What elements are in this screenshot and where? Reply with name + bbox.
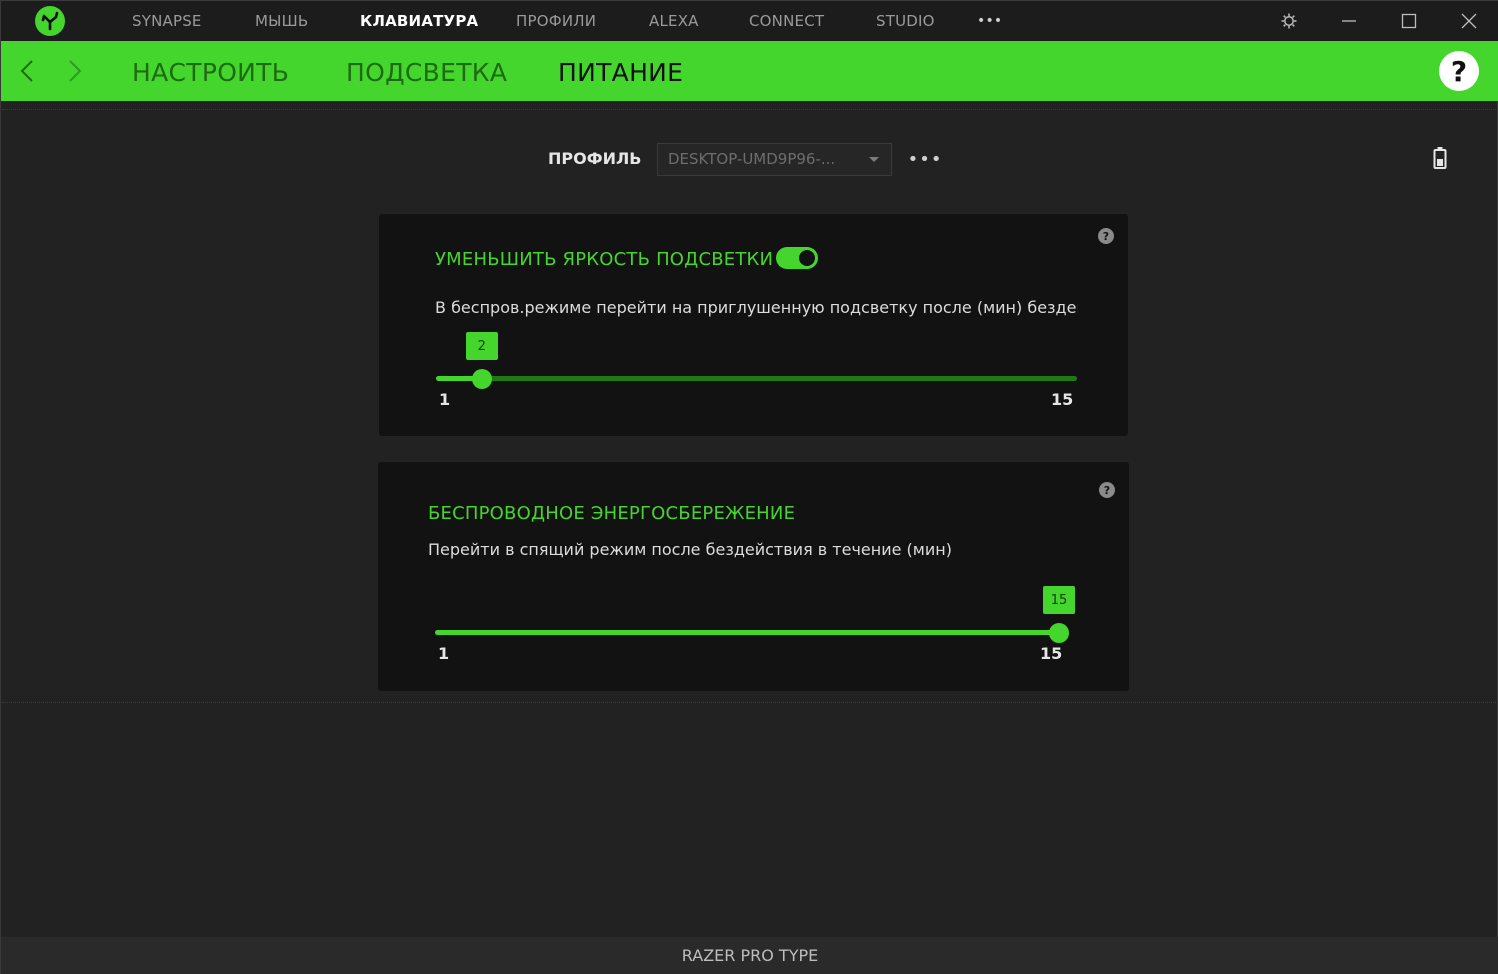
- profile-dropdown[interactable]: DESKTOP-UMD9P96-...: [657, 143, 892, 176]
- dim-lighting-card: ? УМЕНЬШИТЬ ЯРКОСТЬ ПОДСВЕТКИ В беспров.…: [379, 214, 1128, 436]
- close-icon[interactable]: [1449, 1, 1489, 41]
- top-nav-studio[interactable]: STUDIO: [876, 1, 935, 41]
- sub-nav-bar: НАСТРОИТЬ ПОДСВЕТКА ПИТАНИЕ: [1, 41, 1498, 101]
- top-nav-keyboard[interactable]: КЛАВИАТУРА: [360, 1, 478, 41]
- razer-logo-icon[interactable]: [35, 6, 65, 36]
- dim-lighting-title: УМЕНЬШИТЬ ЯРКОСТЬ ПОДСВЕТКИ: [435, 249, 774, 270]
- top-nav-connect[interactable]: CONNECT: [749, 1, 824, 41]
- top-nav-synapse[interactable]: SYNAPSE: [132, 1, 202, 41]
- slider-min-label: 1: [438, 644, 450, 663]
- dim-lighting-slider-value: 2: [465, 332, 498, 360]
- slider-max-label: 15: [1051, 390, 1074, 409]
- minimize-icon[interactable]: [1329, 1, 1369, 41]
- help-icon[interactable]: ?: [1098, 228, 1114, 244]
- dim-lighting-slider-thumb[interactable]: [471, 369, 492, 389]
- title-bar: SYNAPSE МЫШЬ КЛАВИАТУРА ПРОФИЛИ ALEXA CO…: [1, 1, 1498, 41]
- power-saving-description: Перейти в спящий режим после бездействия…: [428, 540, 952, 559]
- toggle-knob: [799, 250, 815, 266]
- top-nav-profiles[interactable]: ПРОФИЛИ: [516, 1, 596, 41]
- help-icon[interactable]: ?: [1099, 482, 1115, 498]
- forward-arrow-icon[interactable]: [63, 55, 87, 87]
- battery-icon: [1433, 146, 1447, 170]
- profile-more-button[interactable]: •••: [908, 147, 942, 171]
- power-saving-slider-fill: [435, 630, 1059, 635]
- device-footer: RAZER PRO TYPE: [1, 937, 1498, 974]
- chevron-down-icon[interactable]: [869, 157, 879, 162]
- wireless-power-saving-card: ? БЕСПРОВОДНОЕ ЭНЕРГОСБЕРЕЖЕНИЕ Перейти …: [378, 462, 1129, 691]
- top-nav-mouse[interactable]: МЫШЬ: [255, 1, 308, 41]
- gear-icon[interactable]: [1269, 1, 1309, 41]
- maximize-icon[interactable]: [1389, 1, 1429, 41]
- dim-lighting-toggle[interactable]: [776, 247, 818, 269]
- profile-label: ПРОФИЛЬ: [548, 149, 642, 168]
- slider-min-label: 1: [439, 390, 451, 409]
- device-name: RAZER PRO TYPE: [681, 946, 819, 965]
- tab-customize[interactable]: НАСТРОИТЬ: [132, 41, 289, 101]
- help-button[interactable]: ?: [1439, 51, 1479, 91]
- power-saving-title: БЕСПРОВОДНОЕ ЭНЕРГОСБЕРЕЖЕНИЕ: [428, 503, 796, 524]
- tab-power[interactable]: ПИТАНИЕ: [558, 41, 683, 101]
- dim-lighting-description: В беспров.режиме перейти на приглушенную…: [435, 298, 1078, 317]
- tab-lighting[interactable]: ПОДСВЕТКА: [346, 41, 507, 101]
- top-nav-alexa[interactable]: ALEXA: [649, 1, 699, 41]
- top-nav-more[interactable]: •••: [977, 1, 1002, 41]
- dim-lighting-slider-track[interactable]: [436, 376, 1077, 381]
- power-saving-slider-value: 15: [1043, 586, 1075, 614]
- slider-max-label: 15: [1040, 644, 1063, 663]
- power-saving-slider-thumb[interactable]: [1049, 623, 1069, 643]
- back-arrow-icon[interactable]: [15, 55, 39, 87]
- razer-synapse-window: SYNAPSE МЫШЬ КЛАВИАТУРА ПРОФИЛИ ALEXA CO…: [0, 0, 1498, 974]
